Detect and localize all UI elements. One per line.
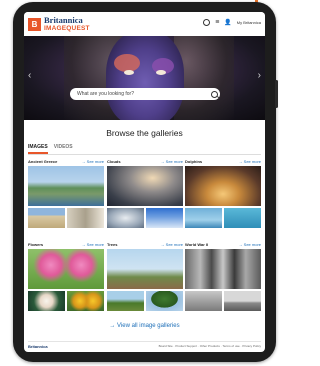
gallery-main-image[interactable]	[107, 166, 183, 206]
globe-icon[interactable]	[203, 19, 211, 26]
gallery-title: Ancient Greece	[28, 159, 58, 164]
footer-logo[interactable]: Britannica	[28, 344, 48, 349]
gallery-thumb[interactable]	[146, 291, 183, 311]
gallery-thumb[interactable]	[107, 291, 144, 311]
search-bar	[70, 88, 220, 100]
gallery-thumb[interactable]	[224, 208, 261, 228]
logo-brand: Britannica	[44, 15, 83, 25]
gallery-title: Flowers	[28, 242, 44, 247]
gallery-title: Trees	[107, 242, 118, 247]
media-tabs: IMAGES VIDEOS	[28, 144, 73, 154]
gallery-clouds: Clouds → See more	[107, 158, 183, 228]
gallery-flowers: Flowers → See more	[28, 241, 104, 311]
gallery-title: Clouds	[107, 159, 121, 164]
gallery-thumb[interactable]	[107, 208, 144, 228]
view-all-galleries-link[interactable]: → View all image galleries	[24, 323, 265, 329]
search-input[interactable]	[70, 88, 209, 100]
gallery-thumb[interactable]	[224, 291, 261, 311]
tablet-frame: B Britannica IMAGEQUEST ≡ 👤 My Britannic…	[13, 2, 278, 362]
hero-face-image	[106, 36, 184, 120]
gallery-dolphins: Dolphins → See more	[185, 158, 261, 228]
gallery-world-war-ii: World War II → See more	[185, 241, 261, 311]
gallery-main-image[interactable]	[28, 166, 104, 206]
gallery-thumb[interactable]	[67, 291, 104, 311]
chevron-right-icon[interactable]: ›	[258, 70, 261, 81]
see-more-link[interactable]: → See more	[239, 158, 261, 165]
gallery-title: Dolphins	[185, 159, 203, 164]
see-more-link[interactable]: → See more	[82, 158, 104, 165]
footer-divider	[28, 341, 261, 342]
gallery-main-image[interactable]	[28, 249, 104, 289]
gallery-ancient-greece: Ancient Greece → See more	[28, 158, 104, 228]
logo-mark: B	[28, 17, 41, 31]
chevron-left-icon[interactable]: ‹	[28, 70, 31, 81]
logo-product: IMAGEQUEST	[44, 24, 90, 32]
gallery-title: World War II	[185, 242, 209, 247]
my-britannica-link[interactable]: My Britannica	[237, 20, 261, 25]
gallery-main-image[interactable]	[185, 166, 261, 206]
gallery-thumb[interactable]	[67, 208, 104, 228]
see-more-link[interactable]: → See more	[161, 158, 183, 165]
see-more-link[interactable]: → See more	[239, 241, 261, 248]
see-more-link[interactable]: → See more	[82, 241, 104, 248]
hero-banner: ‹ ›	[24, 36, 265, 120]
tabs-divider	[28, 154, 261, 155]
gallery-thumb[interactable]	[185, 291, 222, 311]
tab-images[interactable]: IMAGES	[28, 144, 48, 154]
gallery-thumb[interactable]	[28, 291, 65, 311]
user-icon[interactable]: 👤	[224, 19, 231, 26]
gallery-thumb[interactable]	[146, 208, 183, 228]
top-bar: B Britannica IMAGEQUEST ≡ 👤 My Britannic…	[24, 12, 265, 36]
gallery-thumb[interactable]	[185, 208, 222, 228]
tablet-side-button	[275, 80, 278, 108]
britannica-logo[interactable]: B Britannica IMAGEQUEST	[28, 16, 90, 32]
footer-links[interactable]: Board Site · Product Support · Other Pro…	[159, 344, 261, 348]
tablet-screen: B Britannica IMAGEQUEST ≡ 👤 My Britannic…	[24, 12, 265, 352]
search-icon[interactable]	[211, 90, 218, 98]
gallery-thumb[interactable]	[28, 208, 65, 228]
see-more-link[interactable]: → See more	[161, 241, 183, 248]
gallery-main-image[interactable]	[185, 249, 261, 289]
gallery-trees: Trees → See more	[107, 241, 183, 311]
gallery-main-image[interactable]	[107, 249, 183, 289]
tab-videos[interactable]: VIDEOS	[54, 144, 73, 154]
browse-title: Browse the galleries	[106, 128, 183, 138]
menu-icon[interactable]: ≡	[215, 19, 219, 26]
